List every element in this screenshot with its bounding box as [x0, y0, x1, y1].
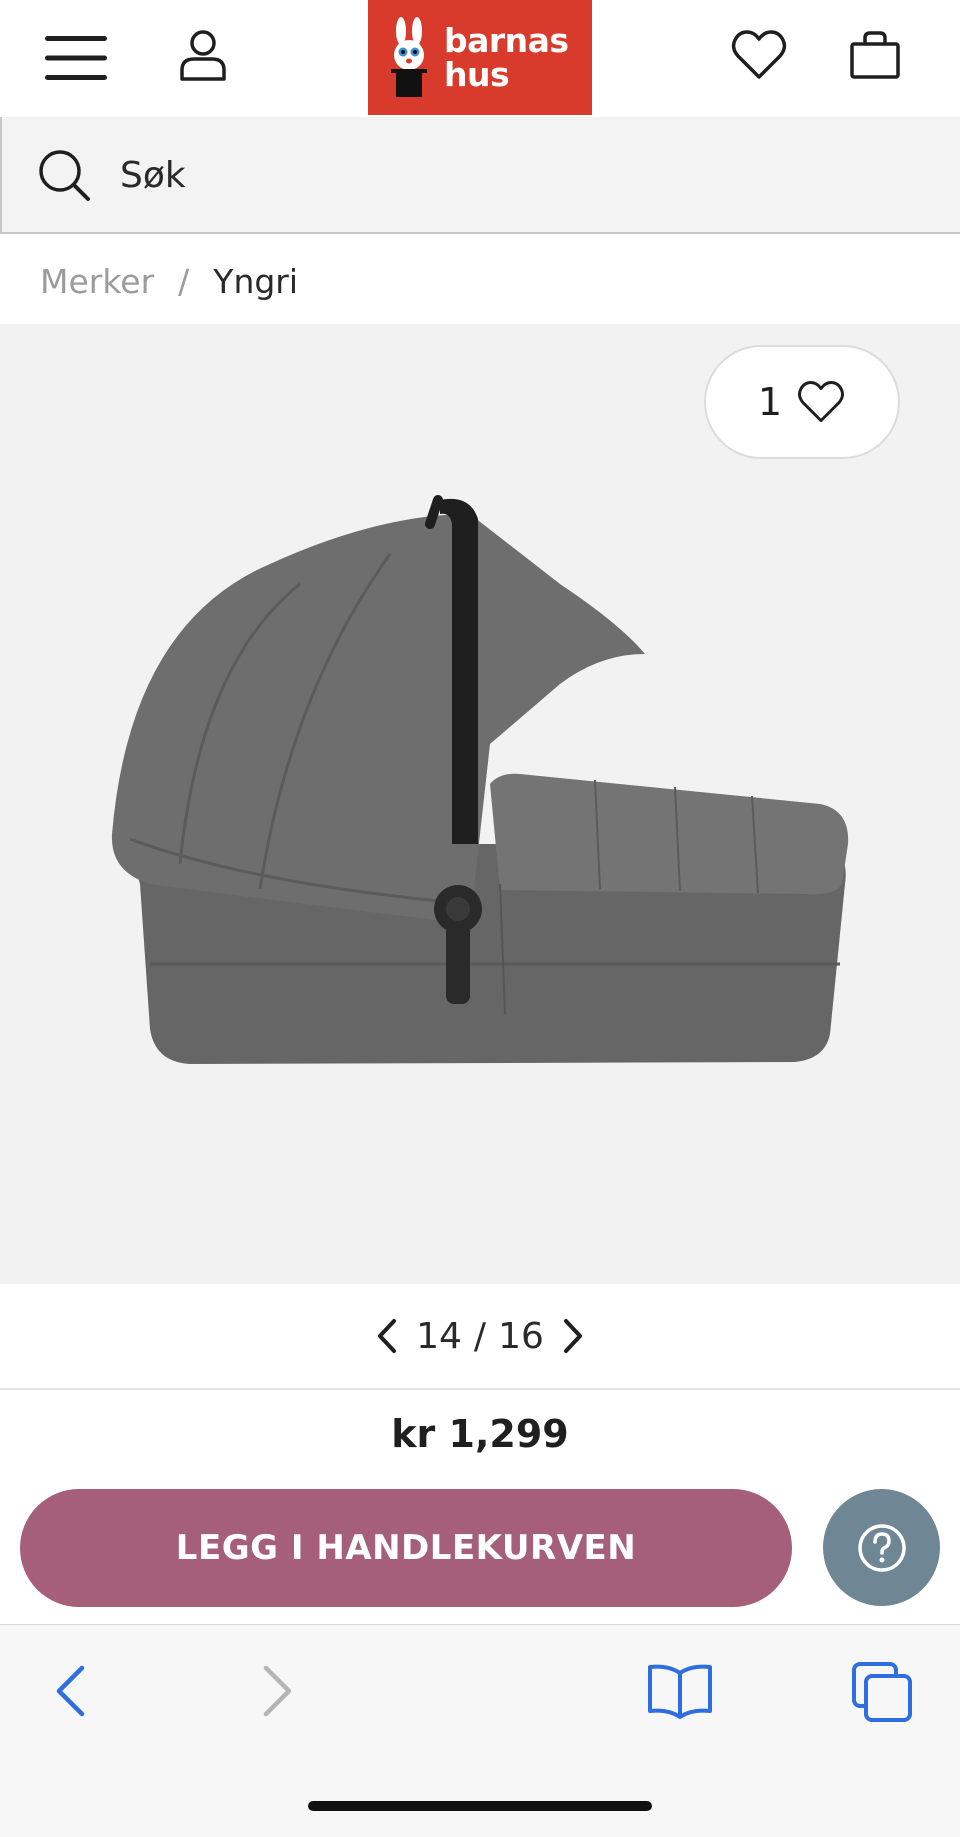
browser-tabs-button[interactable]: [846, 1656, 918, 1728]
logo-wordmark: barnas hus: [444, 20, 569, 94]
favorite-count: 1: [757, 380, 783, 424]
tabs-icon: [852, 1662, 912, 1722]
browser-forward-button[interactable]: [248, 1658, 308, 1724]
help-button[interactable]: [823, 1489, 940, 1606]
image-pager: 14 / 16: [370, 1308, 590, 1364]
site-logo[interactable]: barnas hus: [368, 0, 592, 115]
product-image-gallery[interactable]: [0, 324, 960, 1284]
shopping-bag-icon: [850, 31, 900, 79]
favorites-button[interactable]: [716, 12, 802, 98]
chevron-left-icon: [56, 1665, 85, 1717]
rabbit-in-hat-icon: [391, 16, 427, 97]
heart-icon: [731, 30, 787, 79]
pager-separator: /: [473, 1315, 487, 1357]
breadcrumb-current: Yngri: [213, 261, 299, 301]
breadcrumb-link-merker[interactable]: Merker: [40, 262, 154, 301]
heart-icon: [798, 381, 845, 423]
product-image: [111, 495, 849, 1064]
breadcrumb-separator: /: [178, 261, 190, 301]
chevron-right-icon: [263, 1665, 292, 1717]
section-divider: [0, 1388, 960, 1390]
browser-bookmarks-button[interactable]: [642, 1656, 718, 1726]
chevron-right-icon: [563, 1319, 582, 1353]
browser-back-button[interactable]: [40, 1658, 100, 1724]
hamburger-menu-icon: [45, 36, 107, 80]
favorite-count-button[interactable]: 1: [704, 345, 900, 459]
question-circle-icon: [857, 1523, 906, 1572]
cart-button[interactable]: [832, 12, 918, 98]
previous-image-button[interactable]: [370, 1314, 404, 1358]
product-price: kr 1,299: [391, 1412, 569, 1456]
breadcrumb: Merker / Yngri: [40, 256, 298, 306]
next-image-button[interactable]: [556, 1314, 590, 1358]
search-input[interactable]: [120, 145, 880, 205]
add-to-cart-button[interactable]: LEGG I HANDLEKURVEN: [20, 1489, 792, 1607]
chevron-left-icon: [378, 1319, 397, 1353]
account-button[interactable]: [160, 12, 246, 98]
user-icon: [180, 30, 226, 81]
pager-total: 16: [498, 1315, 544, 1357]
search-icon[interactable]: [36, 147, 92, 203]
search-bar: [0, 117, 960, 234]
menu-button[interactable]: [28, 18, 124, 98]
pager-current: 14: [416, 1315, 462, 1357]
home-indicator[interactable]: [308, 1801, 652, 1811]
open-book-icon: [648, 1664, 712, 1719]
